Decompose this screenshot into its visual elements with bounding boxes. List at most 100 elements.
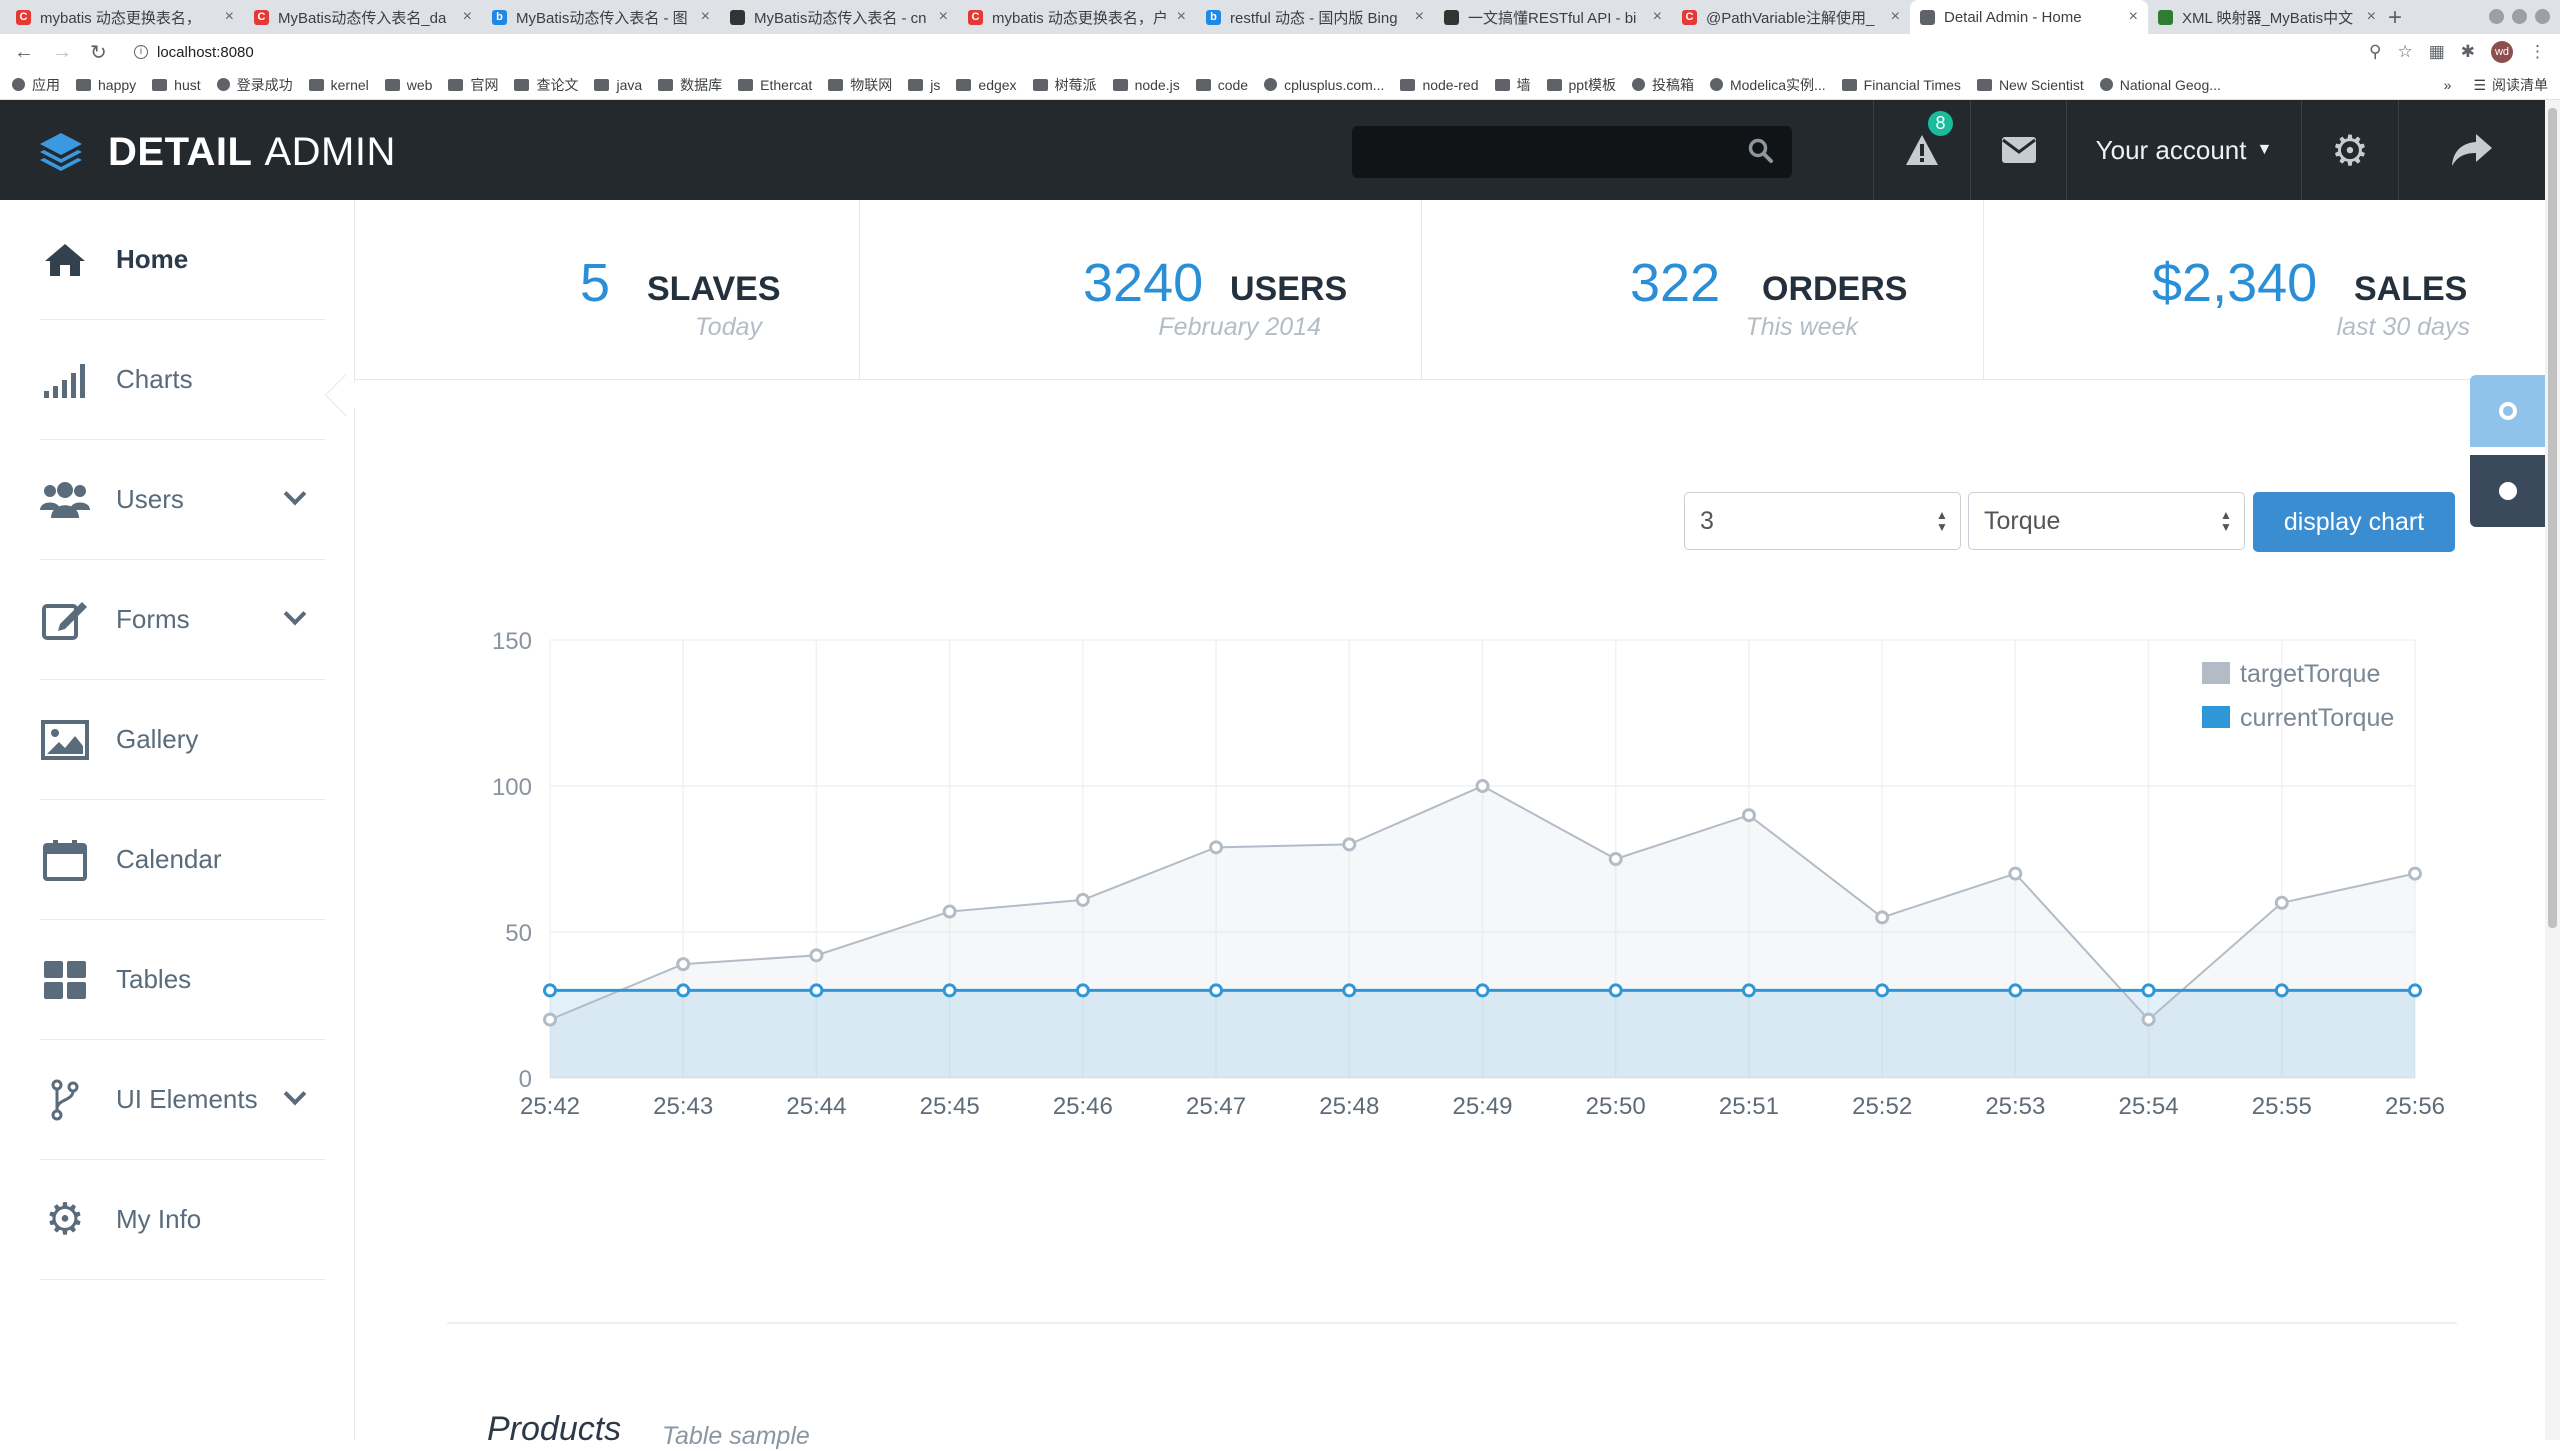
bookmarks-more-icon[interactable]: » bbox=[2444, 77, 2452, 93]
browser-tab[interactable]: C @PathVariable注解使用_ × bbox=[1672, 0, 1910, 34]
reading-list-icon[interactable]: ☰ bbox=[2473, 77, 2486, 94]
chevron-down-icon[interactable] bbox=[283, 1082, 307, 1106]
extensions-icon[interactable]: ✱ bbox=[2461, 42, 2475, 62]
data-point-currentTorque[interactable] bbox=[809, 983, 824, 998]
browser-tab[interactable]: Cmybatis 动态更换表名， × bbox=[6, 0, 244, 34]
data-point-currentTorque[interactable] bbox=[543, 983, 557, 998]
tab-close-icon[interactable]: × bbox=[1653, 8, 1662, 26]
browser-tab[interactable]: 一文搞懂RESTful API - bi × bbox=[1434, 0, 1672, 34]
reading-list-label[interactable]: 阅读清单 bbox=[2492, 75, 2548, 95]
tab-close-icon[interactable]: × bbox=[225, 8, 234, 26]
data-point-targetTorque[interactable] bbox=[1342, 837, 1357, 852]
bookmark-item[interactable]: 查论文 bbox=[514, 75, 578, 95]
sidebar-item-tables[interactable]: Tables bbox=[40, 920, 325, 1040]
bookmark-item[interactable]: hust bbox=[152, 77, 201, 93]
sidebar-item-home[interactable]: Home bbox=[40, 200, 325, 320]
bookmark-item[interactable]: National Geog... bbox=[2099, 77, 2221, 93]
data-point-currentTorque[interactable] bbox=[2008, 983, 2023, 998]
url-field[interactable]: i localhost:8080 bbox=[134, 44, 254, 61]
slave-select[interactable]: 3 ▲ ▼ bbox=[1684, 492, 1961, 550]
search-icon[interactable] bbox=[1748, 138, 1774, 171]
bookmark-item[interactable]: New Scientist bbox=[1976, 77, 2084, 93]
browser-tab[interactable]: b restful 动态 - 国内版 Bing × bbox=[1196, 0, 1434, 34]
data-point-currentTorque[interactable] bbox=[1741, 983, 1756, 998]
data-point-currentTorque[interactable] bbox=[676, 983, 691, 998]
data-point-targetTorque[interactable] bbox=[1608, 852, 1623, 866]
tab-close-icon[interactable]: × bbox=[1415, 8, 1424, 26]
bookmark-item[interactable]: Modelica实例... bbox=[1709, 75, 1826, 95]
data-point-targetTorque[interactable] bbox=[1741, 808, 1756, 823]
bookmark-item[interactable]: 墙 bbox=[1494, 75, 1531, 95]
app-logo[interactable]: DETAIL ADMIN bbox=[38, 130, 396, 175]
bookmark-item[interactable]: 官网 bbox=[448, 75, 498, 95]
data-point-currentTorque[interactable] bbox=[1342, 983, 1357, 998]
tab-close-icon[interactable]: × bbox=[701, 8, 710, 26]
bookmark-item[interactable]: 数据库 bbox=[658, 75, 722, 95]
data-point-targetTorque[interactable] bbox=[2408, 866, 2422, 881]
browser-tab[interactable]: C MyBatis动态传入表名_da × bbox=[244, 0, 482, 34]
bookmark-item[interactable]: node-red bbox=[1400, 77, 1479, 93]
bookmark-star-icon[interactable]: ☆ bbox=[2397, 42, 2412, 62]
chevron-down-icon[interactable] bbox=[283, 602, 307, 626]
bookmark-item[interactable]: kernel bbox=[308, 77, 369, 93]
data-point-targetTorque[interactable] bbox=[809, 948, 824, 963]
sidebar-item-charts[interactable]: Charts bbox=[40, 320, 325, 440]
bookmark-item[interactable]: js bbox=[908, 77, 940, 93]
bookmark-item[interactable]: 应用 bbox=[12, 75, 60, 95]
browser-tab[interactable]: Detail Admin - Home × bbox=[1910, 0, 2148, 34]
settings-button[interactable]: ⚙ bbox=[2301, 100, 2398, 200]
data-point-currentTorque[interactable] bbox=[1875, 983, 1890, 998]
close-window-button[interactable] bbox=[2535, 9, 2550, 24]
bookmark-item[interactable]: 登录成功 bbox=[216, 75, 293, 95]
browser-menu-icon[interactable]: ⋮ bbox=[2529, 42, 2546, 62]
translate-icon[interactable]: ▦ bbox=[2429, 42, 2445, 62]
tab-close-icon[interactable]: × bbox=[939, 8, 948, 26]
reload-icon[interactable]: ↻ bbox=[90, 40, 114, 65]
browser-tab[interactable]: XML 映射器_MyBatis中文 × bbox=[2148, 0, 2386, 34]
data-point-currentTorque[interactable] bbox=[1075, 983, 1090, 998]
data-point-targetTorque[interactable] bbox=[942, 904, 957, 919]
data-point-currentTorque[interactable] bbox=[2141, 983, 2156, 998]
data-point-targetTorque[interactable] bbox=[2274, 895, 2289, 910]
forward-icon[interactable]: → bbox=[52, 41, 76, 64]
metric-select[interactable]: Torque ▲ ▼ bbox=[1968, 492, 2245, 550]
bookmark-item[interactable]: web bbox=[384, 77, 432, 93]
skin-switch-light[interactable] bbox=[2470, 375, 2545, 447]
data-point-currentTorque[interactable] bbox=[2274, 983, 2289, 998]
bookmark-item[interactable]: node.js bbox=[1112, 77, 1180, 93]
data-point-currentTorque[interactable] bbox=[1209, 983, 1224, 998]
minimize-button[interactable] bbox=[2489, 9, 2504, 24]
zoom-icon[interactable]: ⚲ bbox=[2369, 42, 2381, 62]
data-point-targetTorque[interactable] bbox=[1875, 910, 1890, 925]
bookmark-item[interactable]: java bbox=[594, 77, 642, 93]
data-point-targetTorque[interactable] bbox=[1475, 779, 1490, 793]
bookmark-item[interactable]: cplusplus.com... bbox=[1264, 77, 1384, 93]
site-info-icon[interactable]: i bbox=[134, 45, 148, 59]
data-point-currentTorque[interactable] bbox=[1608, 983, 1623, 998]
page-scrollbar[interactable] bbox=[2545, 100, 2560, 1440]
tab-close-icon[interactable]: × bbox=[463, 8, 472, 26]
profile-avatar[interactable]: wd bbox=[2491, 41, 2513, 63]
bookmark-item[interactable]: Ethercat bbox=[738, 77, 812, 93]
data-point-currentTorque[interactable] bbox=[2408, 983, 2422, 998]
account-menu[interactable]: Your account ▼ bbox=[2066, 100, 2301, 200]
bookmark-item[interactable]: happy bbox=[76, 77, 136, 93]
skin-switch-dark[interactable] bbox=[2470, 455, 2545, 527]
data-point-targetTorque[interactable] bbox=[543, 1012, 557, 1027]
url-text[interactable]: localhost:8080 bbox=[157, 44, 254, 61]
display-chart-button[interactable]: display chart bbox=[2253, 492, 2455, 552]
sidebar-item-ui-elements[interactable]: UI Elements bbox=[40, 1040, 325, 1160]
tab-close-icon[interactable]: × bbox=[1177, 8, 1186, 26]
bookmark-item[interactable]: 树莓派 bbox=[1032, 75, 1097, 95]
back-icon[interactable]: ← bbox=[14, 41, 38, 64]
tab-close-icon[interactable]: × bbox=[2367, 8, 2376, 26]
data-point-targetTorque[interactable] bbox=[1209, 840, 1224, 855]
data-point-targetTorque[interactable] bbox=[676, 957, 691, 972]
bookmark-item[interactable]: Financial Times bbox=[1841, 77, 1961, 93]
data-point-currentTorque[interactable] bbox=[1475, 983, 1490, 998]
bookmark-item[interactable]: ppt模板 bbox=[1546, 75, 1616, 95]
bookmark-item[interactable]: code bbox=[1195, 77, 1248, 93]
maximize-button[interactable] bbox=[2512, 9, 2527, 24]
data-point-targetTorque[interactable] bbox=[1075, 892, 1090, 907]
scrollbar-thumb[interactable] bbox=[2548, 108, 2557, 928]
